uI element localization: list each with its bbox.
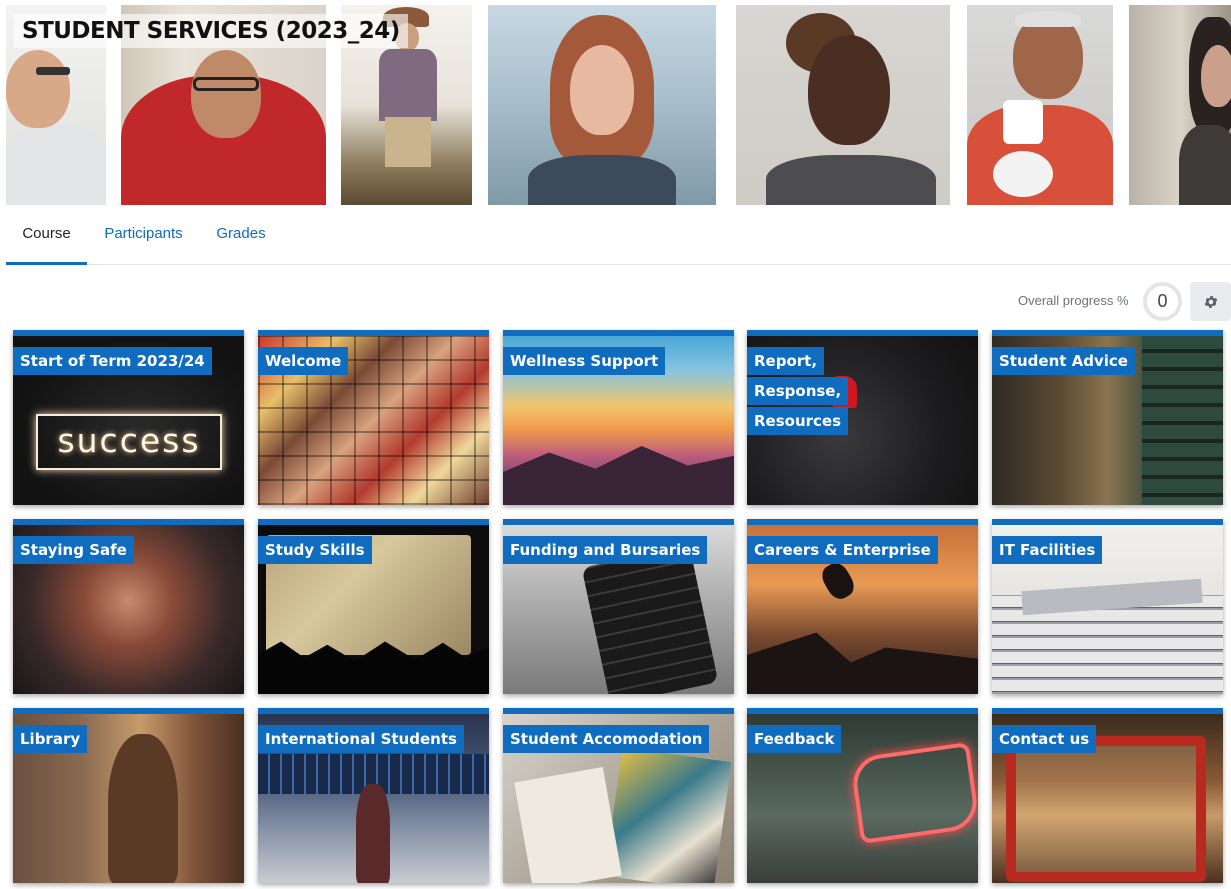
tile-title: Student Advice — [992, 346, 1135, 376]
tab-grades[interactable]: Grades — [206, 205, 276, 265]
tile-library[interactable]: Library — [13, 708, 244, 883]
settings-button[interactable] — [1190, 282, 1231, 321]
tile-title: Report, Response, Resources — [747, 346, 897, 436]
tile-title: Welcome — [258, 346, 349, 376]
course-title: STUDENT SERVICES (2023_24) — [14, 14, 408, 48]
banner-photo — [736, 5, 950, 205]
tile-funding-and-bursaries[interactable]: Funding and Bursaries — [503, 519, 734, 694]
tile-title: Staying Safe — [13, 535, 134, 565]
neon-sign: success — [36, 414, 222, 470]
tile-title: IT Facilities — [992, 535, 1103, 565]
tile-international-students[interactable]: International Students — [258, 708, 489, 883]
tile-welcome[interactable]: Welcome — [258, 330, 489, 505]
tile-contact-us[interactable]: Contact us — [992, 708, 1223, 883]
tile-title: Student Accomodation — [503, 724, 710, 754]
tile-student-advice[interactable]: Student Advice — [992, 330, 1223, 505]
tile-staying-safe[interactable]: Staying Safe — [13, 519, 244, 694]
gear-icon — [1204, 295, 1217, 308]
tile-title: Start of Term 2023/24 — [13, 346, 212, 376]
header-banner: STUDENT SERVICES (2023_24) — [6, 5, 1231, 205]
tile-feedback[interactable]: Feedback — [747, 708, 978, 883]
tile-title: Feedback — [747, 724, 842, 754]
tile-title: Careers & Enterprise — [747, 535, 938, 565]
neon-thank-you — [849, 742, 978, 844]
tile-student-accomodation[interactable]: Student Accomodation — [503, 708, 734, 883]
tile-title: Library — [13, 724, 88, 754]
tile-report-response-resources[interactable]: Report, Response, Resources — [747, 330, 978, 505]
progress-ring: 0 — [1143, 282, 1182, 321]
banner-photo — [967, 5, 1113, 205]
tile-start-of-term[interactable]: success Start of Term 2023/24 — [13, 330, 244, 505]
tile-title: Contact us — [992, 724, 1097, 754]
tile-title: Wellness Support — [503, 346, 666, 376]
course-tabs: Course Participants Grades — [6, 205, 1231, 265]
tile-it-facilities[interactable]: IT Facilities — [992, 519, 1223, 694]
tile-wellness-support[interactable]: Wellness Support — [503, 330, 734, 505]
tile-careers-enterprise[interactable]: Careers & Enterprise — [747, 519, 978, 694]
tile-title: Study Skills — [258, 535, 372, 565]
banner-photo — [1129, 5, 1231, 205]
tile-study-skills[interactable]: Study Skills — [258, 519, 489, 694]
banner-photo — [488, 5, 716, 205]
tab-participants[interactable]: Participants — [92, 205, 195, 265]
tile-title: Funding and Bursaries — [503, 535, 708, 565]
overall-progress-label: Overall progress % — [1018, 293, 1129, 308]
tab-course[interactable]: Course — [6, 205, 87, 265]
tile-title: International Students — [258, 724, 464, 754]
